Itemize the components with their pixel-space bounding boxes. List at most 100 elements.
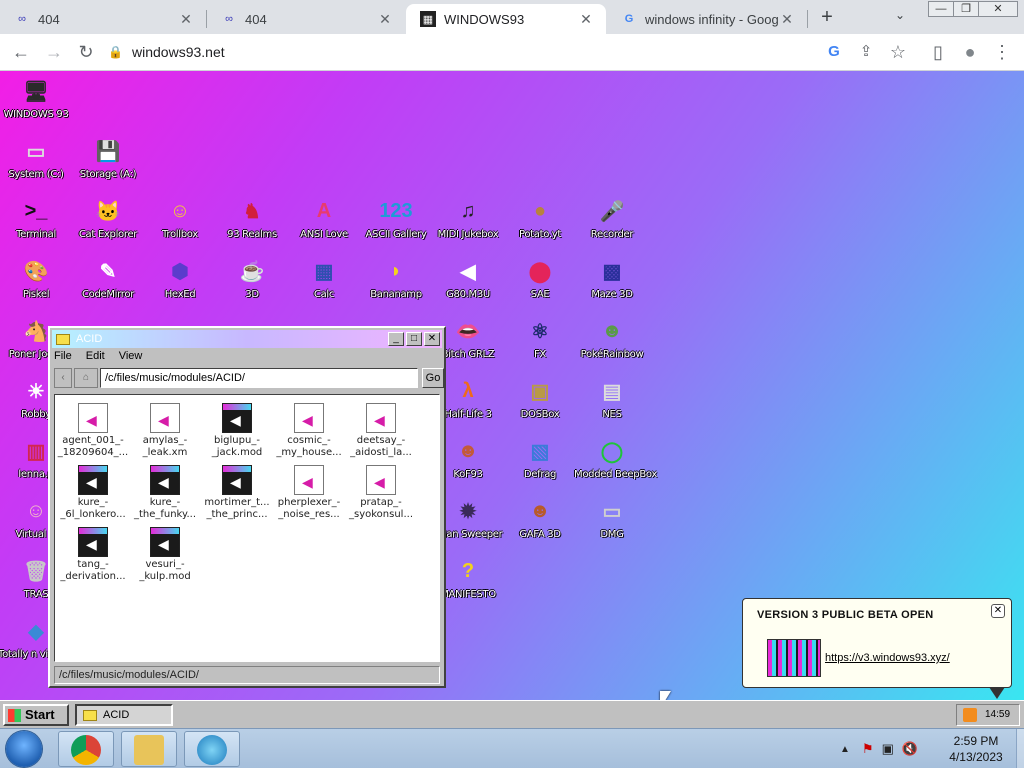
menu-view[interactable]: View bbox=[119, 350, 143, 366]
show-hidden-icons-icon[interactable]: ▲ bbox=[840, 744, 850, 755]
desktop-icon[interactable]: ✎ CodeMirror bbox=[70, 255, 146, 301]
app-icon: ☻ bbox=[457, 439, 479, 462]
desktop-icon[interactable]: 💾 Storage (A:) bbox=[70, 135, 146, 181]
close-tab-icon[interactable]: ✕ bbox=[578, 11, 594, 28]
volume-muted-icon[interactable]: 🔇 bbox=[902, 741, 918, 757]
desktop-icon[interactable]: ☺ Trollbox bbox=[142, 195, 218, 241]
share-icon[interactable]: ⇪ bbox=[854, 41, 878, 65]
window-title: ACID bbox=[76, 333, 103, 345]
path-input[interactable]: /c/files/music/modules/ACID/ bbox=[100, 368, 418, 388]
desktop-icon[interactable]: 🎨 Piskel bbox=[0, 255, 74, 301]
desktop-icon[interactable]: A ANSI Love bbox=[286, 195, 362, 241]
minimize-window-button[interactable]: — bbox=[928, 1, 954, 17]
desktop-icon[interactable]: >_ Terminal bbox=[0, 195, 74, 241]
desktop-icon[interactable]: ▦ Calc bbox=[286, 255, 362, 301]
network-icon[interactable]: ▣ bbox=[882, 741, 894, 757]
tab-404-2[interactable]: ∞ 404 ✕ bbox=[207, 4, 405, 34]
desktop-icon[interactable]: ◀ G80.M3U bbox=[430, 255, 506, 301]
back-button[interactable]: ← bbox=[9, 41, 33, 65]
reload-button[interactable]: ↻ bbox=[74, 41, 98, 65]
desktop-icon[interactable]: ▤ NES bbox=[574, 375, 650, 421]
taskbar-app-shell[interactable] bbox=[184, 731, 240, 767]
taskbar-item-acid[interactable]: ACID bbox=[75, 704, 173, 726]
desktop-icon[interactable]: ▭ DMG bbox=[574, 495, 650, 541]
forward-button[interactable]: → bbox=[42, 41, 66, 65]
tab-windows93[interactable]: ▦ WINDOWS93 ✕ bbox=[406, 4, 606, 34]
chrome-menu-icon[interactable]: ⋮ bbox=[990, 41, 1014, 65]
file-item[interactable]: amylas_-_leak.xm bbox=[129, 403, 201, 459]
desktop-icon[interactable]: ◯ Modded BeepBox bbox=[574, 435, 657, 481]
desktop-icon[interactable]: ▧ Defrag bbox=[502, 435, 578, 481]
desktop-icon[interactable]: ☕ 3D bbox=[214, 255, 290, 301]
file-item[interactable]: pherplexer_-_noise_res... bbox=[273, 465, 345, 521]
desktop-icon[interactable]: ♫ MIDI Jukebox bbox=[430, 195, 506, 241]
close-tab-icon[interactable]: ✕ bbox=[178, 11, 194, 28]
menu-file[interactable]: File bbox=[54, 350, 72, 366]
show-desktop-button[interactable] bbox=[1016, 729, 1024, 768]
bookmark-star-icon[interactable]: ☆ bbox=[886, 41, 910, 65]
desktop-icon[interactable]: ▣ DOSBox bbox=[502, 375, 578, 421]
windows-start-orb[interactable] bbox=[6, 731, 42, 767]
google-lens-icon[interactable]: G bbox=[822, 41, 846, 65]
desktop-icon[interactable]: ☻ GAFA 3D bbox=[502, 495, 578, 541]
minimize-button[interactable]: _ bbox=[388, 332, 404, 346]
file-item[interactable]: agent_001_-_18209604_... bbox=[57, 403, 129, 459]
close-tab-icon[interactable]: ✕ bbox=[779, 11, 795, 28]
go-button[interactable]: Go bbox=[422, 368, 444, 388]
desktop-icon[interactable]: 123 ASCII Gallery bbox=[358, 195, 434, 241]
tab-separator bbox=[807, 10, 808, 28]
tab-404-1[interactable]: ∞ 404 ✕ bbox=[0, 4, 206, 34]
desktop-icon[interactable]: 🎤 Recorder bbox=[574, 195, 650, 241]
file-item[interactable]: deetsay_-_aidosti_la... bbox=[345, 403, 417, 459]
beta-notification[interactable]: VERSION 3 PUBLIC BETA OPEN ✕ https://v3.… bbox=[742, 598, 1012, 699]
system-clock[interactable]: 2:59 PM 4/13/2023 bbox=[938, 733, 1014, 765]
side-panel-icon[interactable]: ▯ bbox=[926, 41, 950, 65]
desktop-icon[interactable]: ◗ Bananamp bbox=[358, 255, 434, 301]
back-icon[interactable]: ‹ bbox=[54, 368, 72, 388]
close-tab-icon[interactable]: ✕ bbox=[377, 11, 393, 28]
desktop-icon[interactable]: ☻ PokéRainbow bbox=[574, 315, 650, 361]
start-button[interactable]: Start bbox=[3, 704, 69, 726]
acid-folder-window[interactable]: ACID _ □ ✕ File Edit View ‹ ⌂ /c/files/m… bbox=[48, 326, 446, 688]
close-icon[interactable]: ✕ bbox=[991, 604, 1005, 618]
tab-google-search[interactable]: G windows infinity - Google ✕ bbox=[607, 4, 807, 34]
menu-edit[interactable]: Edit bbox=[86, 350, 105, 366]
file-item[interactable]: kure_-_the_funky... bbox=[129, 465, 201, 521]
maximize-button[interactable]: □ bbox=[406, 332, 422, 346]
file-item[interactable]: tang_-_derivation... bbox=[57, 527, 129, 583]
desktop-icon[interactable]: ⬤ SAE bbox=[502, 255, 578, 301]
action-center-icon[interactable]: ⚑ bbox=[862, 741, 874, 757]
app-icon: ⬢ bbox=[171, 260, 189, 283]
file-item[interactable]: pratap_-_syokonsul... bbox=[345, 465, 417, 521]
file-name-line2: _aidosti_la... bbox=[350, 447, 412, 458]
home-icon[interactable]: ⌂ bbox=[74, 368, 98, 388]
desktop-icon[interactable]: 🐱 Cat Explorer bbox=[70, 195, 146, 241]
file-item[interactable]: kure_-_6l_lonkero... bbox=[57, 465, 129, 521]
close-button[interactable]: ✕ bbox=[424, 332, 440, 346]
file-item[interactable]: cosmic_-_my_house... bbox=[273, 403, 345, 459]
notification-link[interactable]: https://v3.windows93.xyz/ bbox=[825, 652, 950, 664]
file-item[interactable]: vesuri_-_kulp.mod bbox=[129, 527, 201, 583]
desktop-icon[interactable]: ▩ Maze 3D bbox=[574, 255, 650, 301]
tab-title: 404 bbox=[38, 11, 60, 27]
tab-search-icon[interactable]: ⌄ bbox=[895, 8, 905, 22]
audio-file-icon bbox=[150, 403, 180, 433]
desktop-icon[interactable]: ⚛ FX bbox=[502, 315, 578, 361]
desktop-icon[interactable]: ▭ System (C:) bbox=[0, 135, 74, 181]
close-window-button[interactable]: ✕ bbox=[978, 1, 1018, 17]
lock-icon[interactable]: 🔒 bbox=[108, 45, 123, 59]
address-bar[interactable]: 🔒 windows93.net bbox=[108, 38, 918, 66]
file-item[interactable]: biglupu_-_jack.mod bbox=[201, 403, 273, 459]
desktop-icon[interactable]: ⬢ HexEd bbox=[142, 255, 218, 301]
desktop-icon[interactable]: 🖥 WINDOWS 93 bbox=[0, 75, 74, 121]
window-titlebar[interactable]: ACID _ □ ✕ bbox=[52, 330, 442, 348]
desktop-icon[interactable]: ♞ 93 Realms bbox=[214, 195, 290, 241]
taskbar-chrome[interactable] bbox=[58, 731, 114, 767]
new-tab-button[interactable]: + bbox=[815, 6, 839, 30]
profile-avatar-icon[interactable]: ● bbox=[958, 41, 982, 65]
restore-window-button[interactable]: ❐ bbox=[953, 1, 979, 17]
file-item[interactable]: mortimer_t..._the_princ... bbox=[201, 465, 273, 521]
desktop-icon[interactable]: ● Potato.yt bbox=[502, 195, 578, 241]
rss-icon[interactable] bbox=[963, 708, 977, 722]
taskbar-file-explorer[interactable] bbox=[121, 731, 177, 767]
